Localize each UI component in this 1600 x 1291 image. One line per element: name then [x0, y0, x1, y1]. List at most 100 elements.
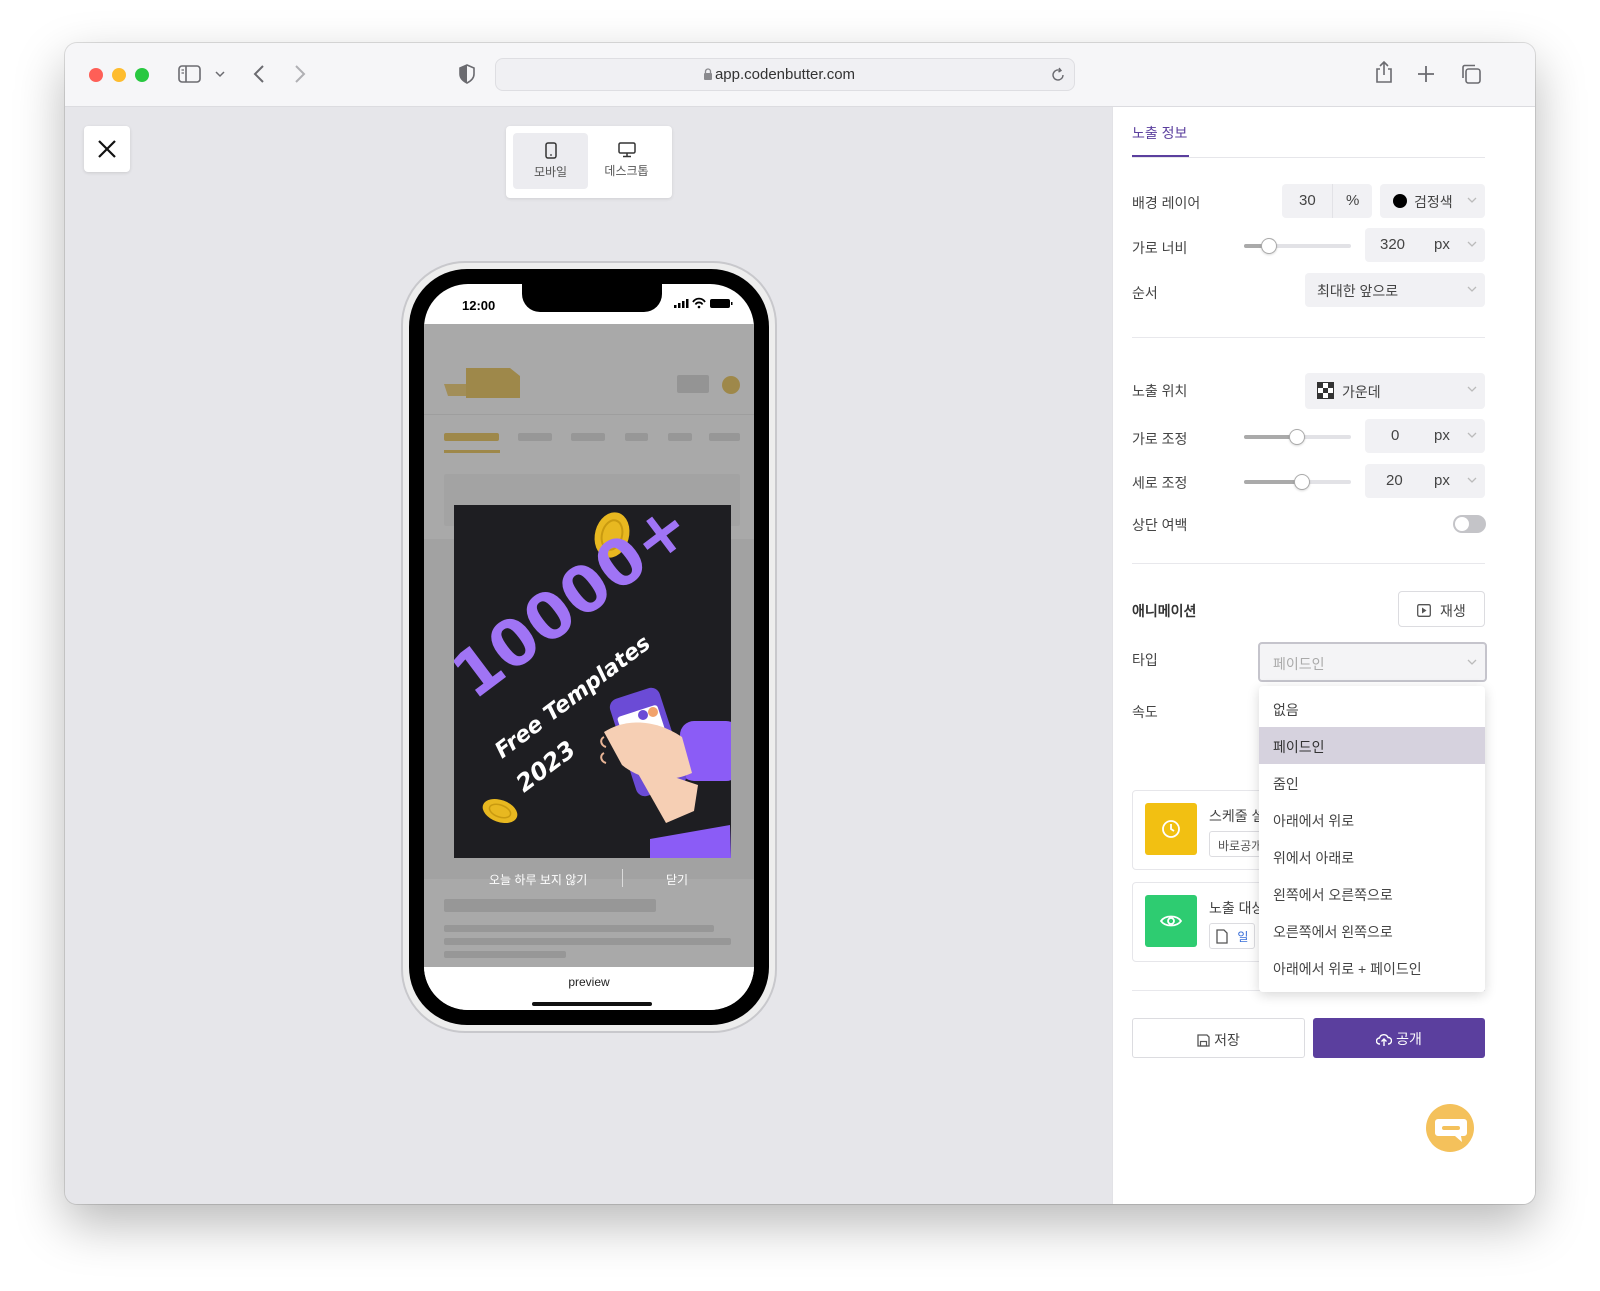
reload-icon[interactable]: [1050, 67, 1066, 83]
animation-section-title: 애니메이션: [1132, 603, 1197, 619]
dropdown-option-selected[interactable]: 페이드인: [1259, 727, 1485, 764]
save-button[interactable]: 저장: [1132, 1018, 1305, 1058]
popup-artwork: 10000+ Free Templates 2023: [454, 505, 731, 858]
anim-type-dropdown: 없음 페이드인 줌인 아래에서 위로 위에서 아래로 왼쪽에서 오른쪽으로 오른…: [1259, 686, 1485, 992]
schedule-card-title: 스케줄 설: [1209, 808, 1265, 824]
website-preview: 10000+ Free Templates 2023 오늘 하루 보지 않기 닫…: [424, 324, 754, 967]
slider-thumb[interactable]: [1294, 474, 1310, 490]
popup-footer: 오늘 하루 보지 않기 닫기: [454, 862, 731, 896]
chevron-down-icon[interactable]: [215, 70, 225, 78]
footer-divider: [622, 869, 623, 887]
settings-panel: 노출 정보 배경 레이어 30 % 검정색 가로 너비 320 px 순서 최대…: [1112, 107, 1535, 1204]
anim-speed-label: 속도: [1132, 704, 1158, 720]
anim-type-select[interactable]: 페이드인: [1258, 642, 1487, 682]
target-card-title: 노출 대상: [1209, 900, 1265, 916]
forward-icon[interactable]: [294, 64, 306, 84]
page-content: 모바일 데스크톱 12:00 10000+ Free Templates 202…: [65, 107, 1535, 1204]
play-animation-button[interactable]: 재생: [1398, 591, 1485, 627]
minimize-window-button[interactable]: [112, 68, 126, 82]
close-icon: [98, 140, 116, 158]
top-margin-label: 상단 여백: [1132, 517, 1188, 533]
width-field[interactable]: 320 px: [1365, 228, 1485, 262]
v-adjust-label: 세로 조정: [1132, 475, 1188, 491]
option-label: 왼쪽에서 오른쪽으로: [1273, 887, 1393, 903]
toggle-knob: [1455, 517, 1469, 531]
chevron-down-icon: [1467, 659, 1477, 665]
chevron-down-icon: [1467, 197, 1477, 203]
mobile-view-button[interactable]: 모바일: [513, 133, 588, 189]
desktop-icon: [617, 142, 636, 158]
address-bar[interactable]: app.codenbutter.com: [495, 58, 1075, 91]
h-adjust-field[interactable]: 0 px: [1365, 419, 1485, 453]
slider-thumb[interactable]: [1261, 238, 1277, 254]
close-editor-button[interactable]: [84, 126, 130, 172]
close-window-button[interactable]: [89, 68, 103, 82]
publish-label: 공개: [1396, 1031, 1422, 1047]
order-label: 순서: [1132, 285, 1158, 301]
dropdown-option[interactable]: 위에서 아래로: [1259, 838, 1485, 875]
bg-color-label: 검정색: [1414, 194, 1453, 210]
h-adjust-slider[interactable]: [1244, 429, 1351, 445]
option-label: 위에서 아래로: [1273, 850, 1355, 866]
chat-support-button[interactable]: [1426, 1104, 1474, 1152]
h-adjust-value: 0: [1391, 427, 1400, 444]
dropdown-option[interactable]: 없음: [1259, 690, 1485, 727]
v-adjust-field[interactable]: 20 px: [1365, 464, 1485, 498]
mobile-icon: [544, 142, 557, 159]
bg-opacity-value: 30: [1299, 192, 1316, 209]
schedule-card-icon: [1145, 803, 1197, 855]
target-chip[interactable]: 일: [1209, 923, 1256, 949]
shield-icon[interactable]: [458, 64, 476, 84]
browser-toolbar: app.codenbutter.com: [65, 43, 1535, 107]
preview-label: preview: [568, 975, 610, 989]
bg-opacity-field[interactable]: 30 %: [1282, 184, 1372, 218]
order-select[interactable]: 최대한 앞으로: [1305, 273, 1485, 307]
desktop-view-button[interactable]: 데스크톱: [589, 133, 664, 189]
desktop-label: 데스크톱: [604, 164, 649, 178]
top-margin-toggle[interactable]: [1453, 515, 1486, 533]
tab-display-info[interactable]: 노출 정보: [1132, 123, 1187, 143]
position-select[interactable]: 가운데: [1305, 373, 1485, 409]
phone-mockup: 12:00 10000+ Free Templates 2023 오늘 하루 보…: [401, 261, 777, 1033]
phone-screen: 12:00 10000+ Free Templates 2023 오늘 하루 보…: [424, 284, 754, 1010]
popup-close-link[interactable]: 닫기: [666, 871, 688, 888]
v-adjust-slider[interactable]: [1244, 474, 1351, 490]
bg-opacity-unit: %: [1346, 192, 1360, 209]
option-label: 없음: [1273, 702, 1299, 718]
chat-icon: [1435, 1119, 1467, 1142]
width-unit: px: [1434, 236, 1450, 253]
device-toggle: 모바일 데스크톱: [506, 126, 672, 198]
position-value: 가운데: [1342, 384, 1381, 400]
dropdown-option[interactable]: 아래에서 위로 + 페이드인: [1259, 949, 1485, 986]
back-icon[interactable]: [253, 64, 265, 84]
bg-color-select[interactable]: 검정색: [1380, 184, 1485, 218]
width-slider[interactable]: [1244, 238, 1351, 254]
maximize-window-button[interactable]: [135, 68, 149, 82]
share-icon[interactable]: [1374, 60, 1394, 84]
save-icon: [1197, 1034, 1210, 1047]
dropdown-option[interactable]: 왼쪽에서 오른쪽으로: [1259, 875, 1485, 912]
sidebar-icon[interactable]: [178, 64, 202, 84]
anim-type-value: 페이드인: [1273, 656, 1325, 672]
slider-thumb[interactable]: [1289, 429, 1305, 445]
publish-button[interactable]: 공개: [1313, 1018, 1485, 1058]
new-tab-icon[interactable]: [1417, 65, 1435, 83]
eye-icon: [1160, 915, 1182, 927]
grid-position-icon: [1317, 382, 1334, 399]
width-value: 320: [1380, 236, 1406, 253]
option-label: 줌인: [1273, 776, 1299, 792]
clock-icon: [1162, 820, 1180, 838]
popup-image[interactable]: 10000+ Free Templates 2023: [454, 505, 731, 858]
dropdown-option[interactable]: 줌인: [1259, 764, 1485, 801]
option-label: 아래에서 위로 + 페이드인: [1273, 961, 1422, 977]
tabs-overview-icon[interactable]: [1460, 63, 1482, 85]
hide-today-link[interactable]: 오늘 하루 보지 않기: [489, 871, 587, 888]
cloud-upload-icon: [1375, 1034, 1393, 1046]
dropdown-option[interactable]: 아래에서 위로: [1259, 801, 1485, 838]
mobile-label: 모바일: [533, 165, 568, 179]
browser-window: app.codenbutter.com 모바일 데스크톱 12:00 10000…: [65, 43, 1535, 1204]
chevron-down-icon: [1467, 241, 1477, 247]
chevron-down-icon: [1467, 477, 1477, 483]
section-divider: [1132, 337, 1485, 338]
dropdown-option[interactable]: 오른쪽에서 왼쪽으로: [1259, 912, 1485, 949]
